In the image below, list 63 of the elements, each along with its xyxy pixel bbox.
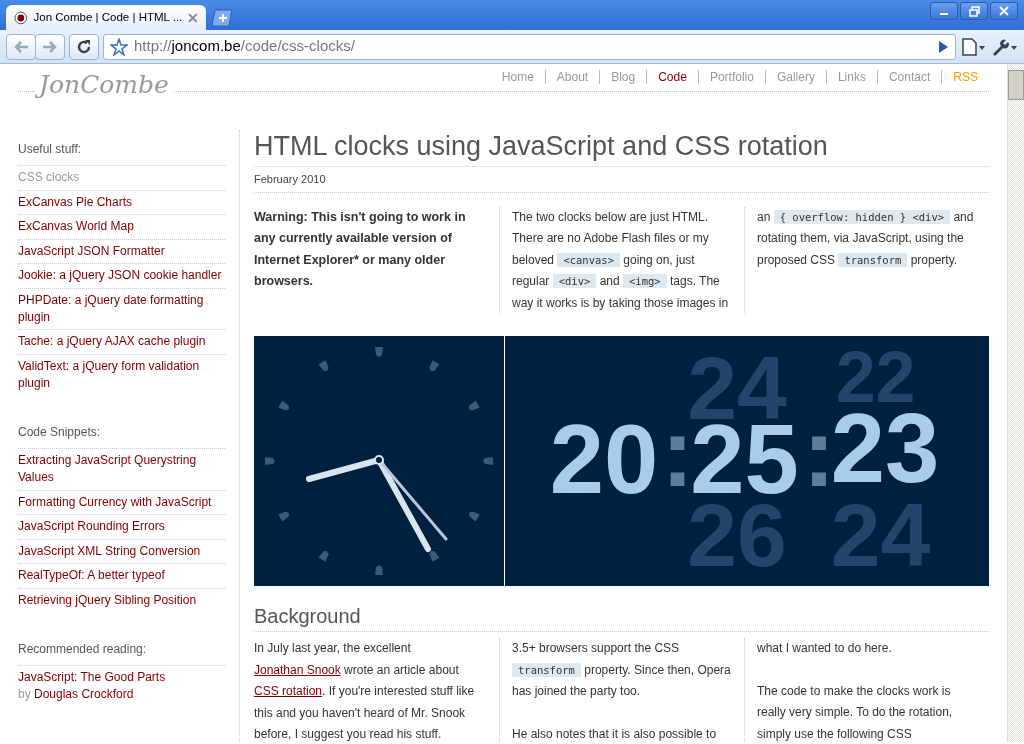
inline-code: <div> [552,274,597,289]
inline-code: transform [838,252,908,267]
sidebar-heading: Code Snippets: [18,419,225,449]
sidebar-link[interactable]: Retrieving jQuery Sibling Position [18,588,225,612]
minimize-button[interactable] [930,2,958,20]
browser-tab[interactable]: Jon Combe | Code | HTML ... [6,5,206,30]
paragraph: He also notes that it is also possible to [512,725,718,742]
article-title: HTML clocks using JavaScript and CSS rotation [254,130,989,168]
minimize-icon [940,13,948,15]
sidebar-link[interactable]: JavaScript Rounding Errors [18,515,225,540]
favicon-icon [14,10,28,25]
nav-link[interactable]: Code [646,70,698,84]
sidebar-link[interactable]: ValidText: a jQuery form validation plugin [18,354,225,395]
text-link[interactable]: Jonathan Snook [254,662,341,677]
right-arrow-icon [42,39,58,54]
sidebar-link[interactable]: JavaScript JSON Formatter [18,239,225,264]
section-heading: Background [254,604,989,633]
address-bar[interactable]: http://joncom.be/code/css-clocks/ [103,33,956,60]
paragraph: The two clocks below are just HTML. There are no Adobe Flash files or my beloved <canvas> going on, just regular <div> and <img> tags. The way it works is by taking those images in [512,208,730,312]
sidebar-heading: Useful stuff: [18,136,225,166]
paragraph: what I wanted to do here. [757,640,893,658]
play-icon[interactable] [937,39,949,54]
paragraph: Warning: This isn't going to work in any currently available version of Internet Explorer* or many older browsers. [254,208,467,291]
paragraph: 3.5+ browsers support the CSS transform property. Since then, Opera has joined the party too. [512,640,732,701]
new-tab-icon[interactable] [210,9,234,27]
scrollbar[interactable] [1007,64,1024,742]
sidebar-link[interactable]: Jookie: a jQuery JSON cookie handler [18,264,225,289]
tab-title: Jon Combe | Code | HTML ... [33,9,183,25]
paragraph: an { overflow: hidden } <div> and rotating them, via JavaScript, using the proposed CSS transform property. [757,208,975,269]
sidebar-link[interactable]: Extracting JavaScript Querystring Values [18,449,225,491]
clock-hours: 20 [549,405,659,515]
close-icon [999,6,1009,16]
sidebar-heading: Recommended reading: [18,636,225,666]
page-menu-icon[interactable] [960,36,986,57]
paragraph: The code to make the clocks work is really very simple. To do the rotation, simply use the following CSS [757,682,954,742]
restore-button[interactable] [960,2,988,20]
inline-code: <canvas> [557,252,620,267]
inline-code: { overflow: hidden } <div> [773,209,951,224]
star-icon[interactable] [110,37,128,56]
inline-code: transform [512,662,581,677]
reload-button[interactable] [69,33,99,60]
close-icon[interactable] [188,12,198,23]
left-arrow-icon [13,39,29,54]
scrollbar-thumb[interactable] [1008,70,1024,100]
sidebar-link[interactable]: RealTypeOf: A better typeof [18,564,225,589]
sidebar-link[interactable]: ExCanvas Pie Charts [18,190,225,215]
restore-icon [968,5,980,17]
text-link[interactable]: CSS rotation [254,684,323,699]
author-link[interactable]: Douglas Crockford [34,687,134,701]
sidebar-link[interactable]: JavaScript: The Good Parts [18,670,166,684]
sidebar-link[interactable]: ExCanvas World Map [18,215,225,240]
article-date: February 2010 [254,167,989,193]
sidebar-link[interactable]: JavaScript XML String Conversion [18,539,225,564]
paragraph: In July last year, the excellent Jonathan Snook wrote an article about CSS rotation. If you're interested stuff like this and you haven't heard of Mr. Snook before, I suggest you read his stuff. [254,640,476,742]
clock-separator: : [661,398,694,508]
url-text: http://joncom.be/code/css-clocks/ [134,36,356,57]
close-button[interactable] [990,2,1018,20]
sidebar-link[interactable]: PHPDate: a jQuery date formatting plugin [18,288,225,330]
sidebar-link[interactable]: Tache: a jQuery AJAX cache plugin [18,330,225,355]
reload-icon [76,38,92,55]
sidebar-link[interactable]: Formatting Currency with JavaScript [18,490,225,515]
inline-code: <img> [623,274,667,289]
byline-text: by [18,687,32,701]
